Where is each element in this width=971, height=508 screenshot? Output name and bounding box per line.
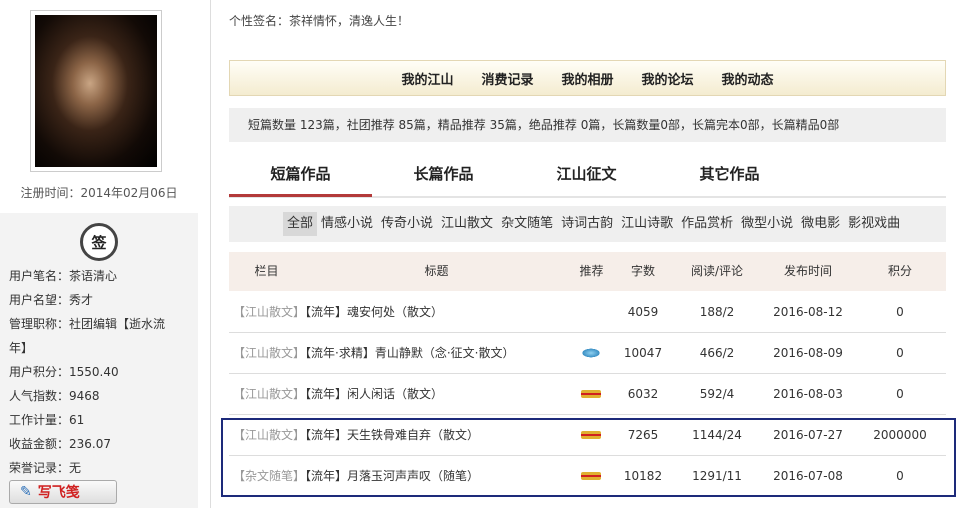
sign-badge-icon[interactable]: 签 bbox=[80, 223, 118, 261]
category-item[interactable]: 江山散文 bbox=[437, 212, 497, 236]
tab-long-works[interactable]: 长篇作品 bbox=[372, 160, 515, 194]
work-tabs: 短篇作品 长篇作品 江山征文 其它作品 bbox=[229, 160, 946, 198]
write-note-button[interactable]: ✎ 写飞笺 bbox=[9, 480, 117, 504]
th-score: 积分 bbox=[887, 264, 912, 278]
th-recommend: 推荐 bbox=[579, 264, 604, 278]
selection-highlight bbox=[221, 418, 956, 497]
row-date: 2016-08-12 bbox=[773, 305, 843, 319]
info-title: 管理职称：社团编辑【逝水流 bbox=[9, 317, 166, 331]
th-title: 标题 bbox=[424, 264, 449, 278]
category-item[interactable]: 江山诗歌 bbox=[617, 212, 677, 236]
tab-contest[interactable]: 江山征文 bbox=[515, 160, 658, 194]
row-title-cell: 【江山散文】【流年·求精】青山静默（念·征文·散文） bbox=[233, 333, 514, 373]
category-item[interactable]: 传奇小说 bbox=[377, 212, 437, 236]
info-points: 用户积分：1550.40 bbox=[9, 365, 119, 379]
pen-icon: ✎ bbox=[20, 484, 32, 500]
nav-consumption[interactable]: 消费记录 bbox=[481, 69, 533, 88]
table-row: 【江山散文】【流年·求精】青山静默（念·征文·散文） 10047 466/2 2016… bbox=[229, 333, 946, 374]
category-item[interactable]: 情感小说 bbox=[317, 212, 377, 236]
row-words: 10047 bbox=[623, 346, 663, 360]
row-title-cell: 【江山散文】【流年】闲人闲话（散文） bbox=[233, 374, 443, 414]
row-words: 6032 bbox=[627, 387, 659, 401]
info-income: 收益金额：236.07 bbox=[9, 437, 111, 451]
row-reads: 592/4 bbox=[699, 387, 735, 401]
nav-activity[interactable]: 我的动态 bbox=[722, 69, 774, 88]
stats-bar: 短篇数量 123篇，社团推荐 85篇，精品推荐 35篇，绝品推荐 0篇，长篇数量… bbox=[229, 108, 946, 142]
nav-album[interactable]: 我的相册 bbox=[561, 69, 613, 88]
row-date: 2016-08-03 bbox=[773, 387, 843, 401]
top-nav: 我的江山 消费记录 我的相册 我的论坛 我的动态 bbox=[229, 60, 946, 96]
avatar-photo bbox=[35, 15, 157, 167]
tab-other-works[interactable]: 其它作品 bbox=[658, 160, 801, 194]
th-date: 发布时间 bbox=[783, 264, 832, 278]
avatar[interactable] bbox=[30, 10, 162, 172]
table-row: 【江山散文】【流年】闲人闲话（散文） 6032 592/4 2016-08-03 0 bbox=[229, 374, 946, 415]
row-reads: 188/2 bbox=[699, 305, 735, 319]
table-header: 栏目 标题 推荐 字数 阅读/评论 发布时间 积分 bbox=[229, 252, 946, 291]
row-title-link[interactable]: 【流年】魂安何处（散文） bbox=[305, 305, 443, 319]
row-words: 4059 bbox=[627, 305, 659, 319]
info-reputation: 用户名望：秀才 bbox=[9, 293, 94, 307]
info-popularity: 人气指数：9468 bbox=[9, 389, 100, 403]
category-all[interactable]: 全部 bbox=[283, 212, 318, 236]
row-score: 0 bbox=[896, 387, 904, 401]
nav-forum[interactable]: 我的论坛 bbox=[642, 69, 694, 88]
row-column-link[interactable]: 【江山散文】 bbox=[233, 387, 305, 401]
column-divider bbox=[210, 0, 211, 508]
info-workload: 工作计量：61 bbox=[9, 413, 85, 427]
row-date: 2016-08-09 bbox=[773, 346, 843, 360]
nav-my-jiangshan[interactable]: 我的江山 bbox=[401, 69, 453, 88]
row-score: 0 bbox=[896, 305, 904, 319]
row-column-link[interactable]: 【江山散文】 bbox=[233, 346, 305, 360]
recommend-icon bbox=[581, 348, 601, 358]
row-title-link[interactable]: 【流年·求精】青山静默（念·征文·散文） bbox=[305, 346, 514, 360]
info-honor: 荣誉记录：无 bbox=[9, 461, 82, 475]
row-reads: 466/2 bbox=[699, 346, 735, 360]
info-pen-name: 用户笔名：茶语清心 bbox=[9, 269, 118, 283]
th-column: 栏目 bbox=[254, 264, 279, 278]
recommend-icon bbox=[581, 390, 601, 398]
category-item[interactable]: 作品赏析 bbox=[677, 212, 737, 236]
table-row: 【江山散文】【流年】魂安何处（散文） 4059 188/2 2016-08-12 0 bbox=[229, 292, 946, 333]
user-signature: 个性签名：茶祥情怀，清逸人生！ bbox=[229, 14, 410, 28]
row-column-link[interactable]: 【江山散文】 bbox=[233, 305, 305, 319]
category-item[interactable]: 影视戏曲 bbox=[844, 212, 904, 236]
left-sidebar: 注册时间：2014年02月06日 签 用户笔名：茶语清心 用户名望：秀才 管理职… bbox=[0, 0, 198, 508]
category-bar: 全部 情感小说 传奇小说 江山散文 杂文随笔 诗词古韵 江山诗歌 作品赏析 微型… bbox=[229, 206, 946, 242]
registration-time: 注册时间：2014年02月06日 bbox=[20, 186, 178, 200]
tab-short-works[interactable]: 短篇作品 bbox=[229, 160, 372, 197]
row-title-link[interactable]: 【流年】闲人闲话（散文） bbox=[305, 387, 443, 401]
category-item[interactable]: 诗词古韵 bbox=[557, 212, 617, 236]
category-item[interactable]: 微型小说 bbox=[737, 212, 797, 236]
category-item[interactable]: 微电影 bbox=[797, 212, 844, 236]
write-note-label: 写飞笺 bbox=[37, 485, 80, 501]
category-item[interactable]: 杂文随笔 bbox=[497, 212, 557, 236]
info-title-cont: 年】 bbox=[9, 341, 34, 355]
row-score: 0 bbox=[896, 346, 904, 360]
row-title-cell: 【江山散文】【流年】魂安何处（散文） bbox=[233, 292, 443, 332]
th-words: 字数 bbox=[630, 264, 655, 278]
th-reads: 阅读/评论 bbox=[690, 264, 744, 278]
